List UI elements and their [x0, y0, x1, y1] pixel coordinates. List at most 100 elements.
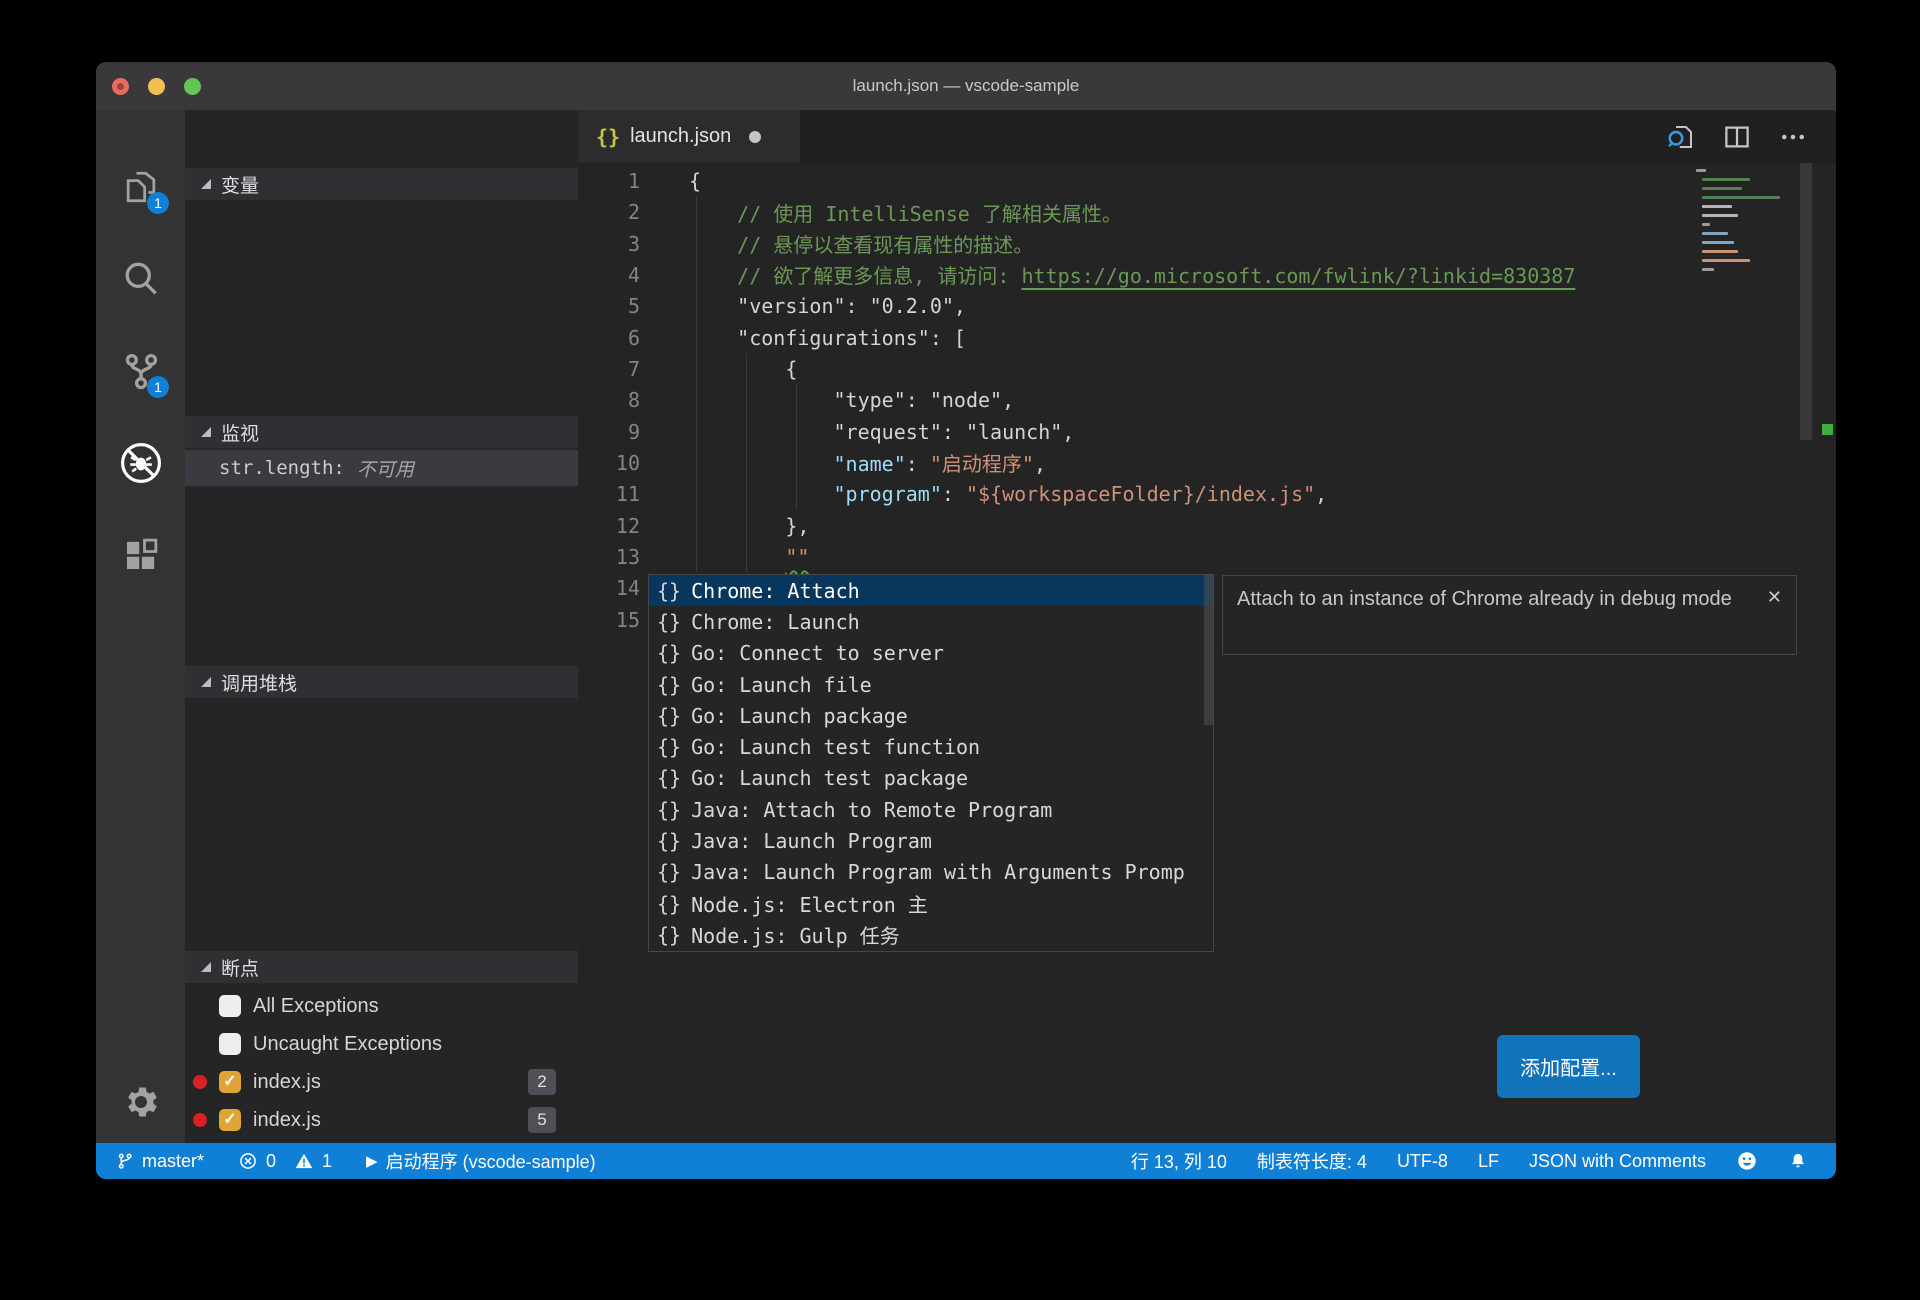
status-encoding[interactable]: UTF-8 [1397, 1151, 1448, 1172]
status-problems[interactable]: 0 1 [238, 1151, 332, 1172]
suggest-item-label: Go: Launch file [691, 673, 872, 697]
line-number: 2 [578, 200, 640, 224]
search-icon [119, 257, 163, 301]
notifications-bell-icon[interactable] [1788, 1150, 1808, 1172]
checkbox-unchecked[interactable] [219, 1033, 241, 1055]
suggest-item[interactable]: {}Java: Attach to Remote Program [649, 794, 1213, 825]
code-line-8[interactable]: 8 "type": "node", [578, 384, 1836, 416]
status-branch[interactable]: master* [116, 1151, 204, 1172]
section-title: 断点 [221, 954, 259, 981]
scm-badge: 1 [147, 376, 169, 398]
code-line-6[interactable]: 6 "configurations": [ [578, 322, 1836, 354]
checkbox-checked[interactable]: ✓ [219, 1071, 241, 1093]
code-line-11[interactable]: 11 "program": "${workspaceFolder}/index.… [578, 478, 1836, 510]
file-breakpoint-row[interactable]: ✓index.js5 [185, 1101, 578, 1139]
error-icon [238, 1151, 258, 1171]
breakpoint-line-badge: 5 [528, 1107, 556, 1133]
code-line-7[interactable]: 7 { [578, 353, 1836, 385]
suggest-item-label: Chrome: Launch [691, 610, 860, 634]
watch-expression: str.length: [219, 457, 345, 479]
code-line-13[interactable]: 13 "" [578, 541, 1836, 573]
line-content: "" [689, 545, 809, 569]
section-variables[interactable]: 变量 [185, 168, 578, 200]
suggest-item[interactable]: {}Go: Launch package [649, 700, 1213, 731]
suggest-item-label: Node.js: Electron 主 [691, 889, 928, 918]
activity-search[interactable] [96, 250, 185, 308]
line-content: { [689, 169, 701, 193]
snippet-icon: {} [657, 735, 681, 759]
section-watch[interactable]: 监视 [185, 416, 578, 448]
suggest-item[interactable]: {}Go: Connect to server [649, 638, 1213, 669]
minimap[interactable] [1696, 169, 1796, 319]
split-editor-icon[interactable] [1722, 122, 1752, 152]
tab-label: launch.json [630, 125, 731, 148]
feedback-smiley-icon[interactable] [1736, 1150, 1758, 1172]
line-content: "version": "0.2.0", [689, 294, 966, 318]
section-breakpoints[interactable]: 断点 [185, 951, 578, 983]
code-editor[interactable]: 1{2 // 使用 IntelliSense 了解相关属性。3 // 悬停以查看… [578, 163, 1836, 1143]
exception-breakpoint-row[interactable]: All Exceptions [185, 987, 578, 1025]
suggest-item[interactable]: {}Java: Launch Program with Arguments Pr… [649, 857, 1213, 888]
snippet-icon: {} [657, 829, 681, 853]
suggest-scrollbar[interactable] [1204, 575, 1213, 725]
watch-expression-row[interactable]: str.length: 不可用 [185, 450, 578, 486]
line-number: 13 [578, 545, 640, 569]
modified-dot-icon[interactable] [749, 131, 761, 143]
code-line-12[interactable]: 12 }, [578, 510, 1836, 542]
suggest-item[interactable]: {}Node.js: Electron 主 [649, 888, 1213, 919]
close-icon[interactable]: ✕ [1767, 582, 1782, 613]
suggest-item[interactable]: {}Java: Launch Program [649, 825, 1213, 856]
line-number: 9 [578, 420, 640, 444]
tab-bar: {} launch.json [578, 110, 1836, 163]
more-actions-icon[interactable] [1778, 122, 1808, 152]
breakpoint-line-badge: 2 [528, 1069, 556, 1095]
checkbox-unchecked[interactable] [219, 995, 241, 1017]
exception-breakpoint-row[interactable]: Uncaught Exceptions [185, 1025, 578, 1063]
checkbox-checked[interactable]: ✓ [219, 1109, 241, 1131]
section-call-stack[interactable]: 调用堆栈 [185, 666, 578, 698]
code-line-9[interactable]: 9 "request": "launch", [578, 416, 1836, 448]
line-number: 12 [578, 514, 640, 538]
suggest-item[interactable]: {}Go: Launch test package [649, 763, 1213, 794]
status-launch[interactable]: ▶ 启动程序 (vscode-sample) [366, 1148, 596, 1174]
code-line-3[interactable]: 3 // 悬停以查看现有属性的描述。 [578, 228, 1836, 260]
activity-manage[interactable] [96, 1073, 185, 1131]
activity-debug[interactable] [96, 434, 185, 492]
status-language-mode[interactable]: JSON with Comments [1529, 1151, 1706, 1172]
line-number: 3 [578, 232, 640, 256]
activity-explorer[interactable]: 1 [96, 158, 185, 216]
add-configuration-button[interactable]: 添加配置... [1497, 1035, 1640, 1098]
debug-no-bug-icon [117, 439, 165, 487]
minimap-line [1702, 250, 1738, 253]
activity-source-control[interactable]: 1 [96, 342, 185, 400]
status-indentation[interactable]: 制表符长度: 4 [1257, 1148, 1367, 1174]
file-breakpoint-row[interactable]: ✓index.js2 [185, 1063, 578, 1101]
suggest-item[interactable]: {}Chrome: Attach [649, 575, 1213, 606]
code-line-1[interactable]: 1{ [578, 165, 1836, 197]
suggest-item[interactable]: {}Chrome: Launch [649, 606, 1213, 637]
editor-scrollbar[interactable] [1800, 163, 1812, 440]
activity-extensions[interactable] [96, 526, 185, 584]
suggest-item[interactable]: {}Go: Launch test function [649, 731, 1213, 762]
tab-launch-json[interactable]: {} launch.json [578, 110, 800, 163]
line-number: 7 [578, 357, 640, 381]
status-eol[interactable]: LF [1478, 1151, 1499, 1172]
line-content: // 使用 IntelliSense 了解相关属性。 [689, 198, 1122, 227]
exception-label: Uncaught Exceptions [253, 1033, 442, 1056]
overview-warning-marker [1822, 424, 1833, 435]
line-number: 14 [578, 576, 640, 600]
status-cursor-position[interactable]: 行 13, 列 10 [1131, 1148, 1227, 1174]
line-content: "name": "启动程序", [689, 448, 1046, 477]
line-content: "configurations": [ [689, 326, 966, 350]
code-line-4[interactable]: 4 // 欲了解更多信息, 请访问: https://go.microsoft.… [578, 259, 1836, 291]
code-line-2[interactable]: 2 // 使用 IntelliSense 了解相关属性。 [578, 196, 1836, 228]
code-line-10[interactable]: 10 "name": "启动程序", [578, 447, 1836, 479]
code-line-5[interactable]: 5 "version": "0.2.0", [578, 290, 1836, 322]
open-preview-icon[interactable] [1666, 122, 1696, 152]
twisty-icon [201, 677, 211, 687]
exception-label: All Exceptions [253, 995, 379, 1018]
suggest-item[interactable]: {}Node.js: Gulp 任务 [649, 919, 1213, 950]
suggest-item[interactable]: {}Go: Launch file [649, 669, 1213, 700]
title-bar[interactable]: launch.json — vscode-sample [96, 62, 1836, 110]
line-number: 5 [578, 294, 640, 318]
